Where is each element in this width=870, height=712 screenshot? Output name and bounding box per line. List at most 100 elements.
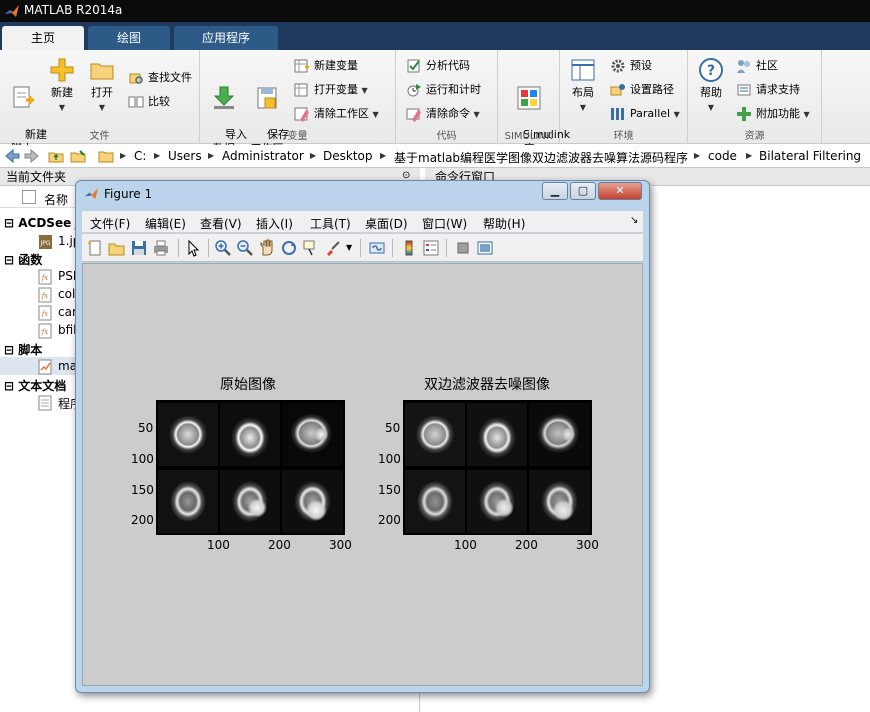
crumb-project-folder[interactable]: 基于matlab编程医学图像双边滤波器去噪算法源码程序 [394,149,688,166]
community-icon [737,60,750,73]
menu-help[interactable]: 帮助(H) [483,215,525,232]
crumb-code[interactable]: code [708,149,737,163]
show-plot-tools-icon[interactable] [476,239,494,257]
tree-section-text-docs[interactable]: ⊟ 文本文档 [4,377,66,394]
collapse-icon[interactable]: ⊟ [4,379,14,393]
maximize-button[interactable]: ▢ [570,182,596,200]
new-button[interactable]: 新建 ▼ [44,56,80,115]
preferences-button[interactable]: 预设 [610,56,652,76]
toolbar-separator [178,239,179,257]
new-variable-icon [294,59,309,73]
open-button[interactable]: 打开 ▼ [84,56,120,115]
hide-plot-tools-icon[interactable] [454,239,472,257]
tree-section-scripts[interactable]: ⊟ 脚本 [4,341,42,358]
colorbar-icon[interactable] [400,239,418,257]
crumb-bilateral-filtering[interactable]: Bilateral Filtering [759,149,861,163]
ribbon-group-code: 分析代码 运行和计时 清除命令 ▼ 代码 [396,50,498,144]
file-item[interactable]: fx car [38,305,77,321]
parallel-button[interactable]: Parallel ▼ [610,104,680,124]
clear-commands-button[interactable]: 清除命令 ▼ [406,104,480,124]
crumb-desktop[interactable]: Desktop [323,149,373,163]
link-plot-icon[interactable] [368,239,386,257]
ytick: 50 [385,421,401,435]
new-dropdown-arrow-icon[interactable]: ▼ [59,103,65,112]
run-and-time-icon [407,84,421,97]
import-data-icon [213,86,235,109]
menu-tools[interactable]: 工具(T) [310,215,351,232]
data-cursor-icon[interactable] [302,239,320,257]
print-icon[interactable] [152,239,170,257]
request-support-button[interactable]: 请求支持 [736,80,800,100]
open-variable-button[interactable]: 打开变量 ▼ [294,80,368,100]
collapse-icon[interactable]: ⊟ [4,216,14,230]
column-select-checkbox[interactable] [22,190,36,204]
find-files-button[interactable]: 查找文件 [128,68,192,88]
tab-apps[interactable]: 应用程序 [174,26,278,50]
compare-button[interactable]: 比较 [128,92,170,112]
brush-dropdown-icon[interactable]: ▼ [346,243,352,252]
browse-folder-icon[interactable] [70,148,86,164]
file-item[interactable]: fx col [38,287,75,303]
pan-hand-icon[interactable] [258,239,276,257]
original-image[interactable] [156,400,345,535]
run-and-time-button[interactable]: 运行和计时 [406,80,481,100]
clear-commands-dropdown-icon[interactable]: ▼ [474,110,480,119]
collapse-icon[interactable]: ⊟ [4,253,14,267]
dock-arrow-icon[interactable]: ↘ [630,215,638,226]
svg-text:fx: fx [41,328,49,336]
brush-icon[interactable] [324,239,342,257]
layout-button[interactable]: 布局 ▼ [566,56,600,115]
forward-arrow-icon[interactable] [24,148,40,164]
open-variable-dropdown-icon[interactable]: ▼ [362,86,368,95]
menu-edit[interactable]: 编辑(E) [145,215,186,232]
set-path-button[interactable]: 设置路径 [610,80,674,100]
open-file-icon[interactable] [108,239,126,257]
menu-desktop[interactable]: 桌面(D) [365,215,408,232]
crumb-drive[interactable]: C: [134,149,146,163]
mri-scan-slice [529,403,590,466]
pointer-icon[interactable] [184,239,202,257]
new-plus-icon [50,58,74,82]
clear-workspace-button[interactable]: 清除工作区 ▼ [294,104,379,124]
ytick: 100 [378,452,401,466]
collapse-icon[interactable]: ⊟ [4,343,14,357]
zoom-out-icon[interactable] [236,239,254,257]
tab-home[interactable]: 主页 [2,26,84,50]
column-name-label[interactable]: 名称 [44,191,68,208]
analyze-code-button[interactable]: 分析代码 [406,56,470,76]
clear-workspace-dropdown-icon[interactable]: ▼ [373,110,379,119]
legend-icon[interactable] [422,239,440,257]
figure-canvas[interactable]: 原始图像 50 100 150 200 100 200 300 双边滤波器去噪图… [82,263,643,686]
back-arrow-icon[interactable] [4,148,20,164]
save-icon[interactable] [130,239,148,257]
close-button[interactable]: ✕ [598,182,642,200]
minimize-button[interactable]: ▁ [542,182,568,200]
new-variable-button[interactable]: 新建变量 [294,56,358,76]
add-ons-button[interactable]: 附加功能 ▼ [736,104,810,124]
denoised-image[interactable] [403,400,592,535]
zoom-in-icon[interactable] [214,239,232,257]
ribbon-group-resources: ? 帮助 ▼ 社区 请求支持 附加功能 ▼ 资源 [688,50,822,144]
ribbon-group-simulink: Simulink 库 SIMULINK [498,50,570,155]
file-item[interactable]: fx bfil [38,323,77,339]
add-ons-dropdown-icon[interactable]: ▼ [804,110,810,119]
tree-section-functions[interactable]: ⊟ 函数 [4,251,42,268]
crumb-users[interactable]: Users [168,149,202,163]
tab-plots[interactable]: 绘图 [88,26,170,50]
parallel-dropdown-icon[interactable]: ▼ [674,110,680,119]
community-button[interactable]: 社区 [736,56,778,76]
help-button[interactable]: ? 帮助 ▼ [694,56,728,115]
rotate-3d-icon[interactable] [280,239,298,257]
menu-view[interactable]: 查看(V) [200,215,242,232]
function-file-icon: fx [38,287,52,303]
layout-dropdown-icon[interactable]: ▼ [580,103,586,112]
menu-file[interactable]: 文件(F) [90,215,130,232]
menu-insert[interactable]: 插入(I) [256,215,293,232]
up-folder-icon[interactable] [48,148,64,164]
tree-section-acdsee[interactable]: ⊟ ACDSee J [4,216,80,230]
new-figure-icon[interactable] [86,239,104,257]
crumb-administrator[interactable]: Administrator [222,149,304,163]
open-dropdown-arrow-icon[interactable]: ▼ [99,103,105,112]
help-dropdown-icon[interactable]: ▼ [708,103,714,112]
menu-window[interactable]: 窗口(W) [422,215,467,232]
